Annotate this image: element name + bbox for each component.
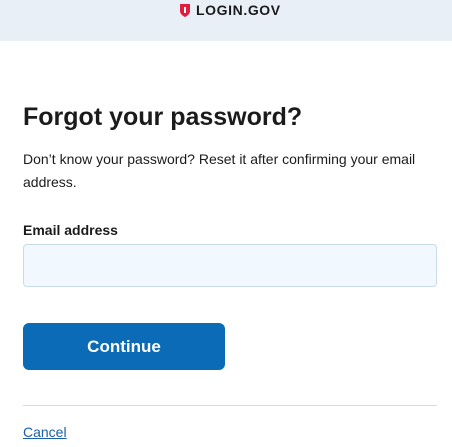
page-title: Forgot your password? bbox=[23, 103, 303, 131]
cancel-link[interactable]: Cancel bbox=[23, 423, 67, 441]
page-description: Don’t know your password? Reset it after… bbox=[23, 151, 416, 190]
email-field[interactable] bbox=[23, 244, 437, 287]
logo-text: LOGIN.GOV bbox=[196, 2, 281, 18]
shield-icon bbox=[180, 3, 190, 17]
continue-button[interactable]: Continue bbox=[23, 323, 225, 370]
email-label: Email address bbox=[23, 222, 118, 238]
site-header: LOGIN.GOV bbox=[0, 0, 452, 41]
divider bbox=[23, 405, 437, 406]
login-gov-logo: LOGIN.GOV bbox=[180, 0, 281, 20]
